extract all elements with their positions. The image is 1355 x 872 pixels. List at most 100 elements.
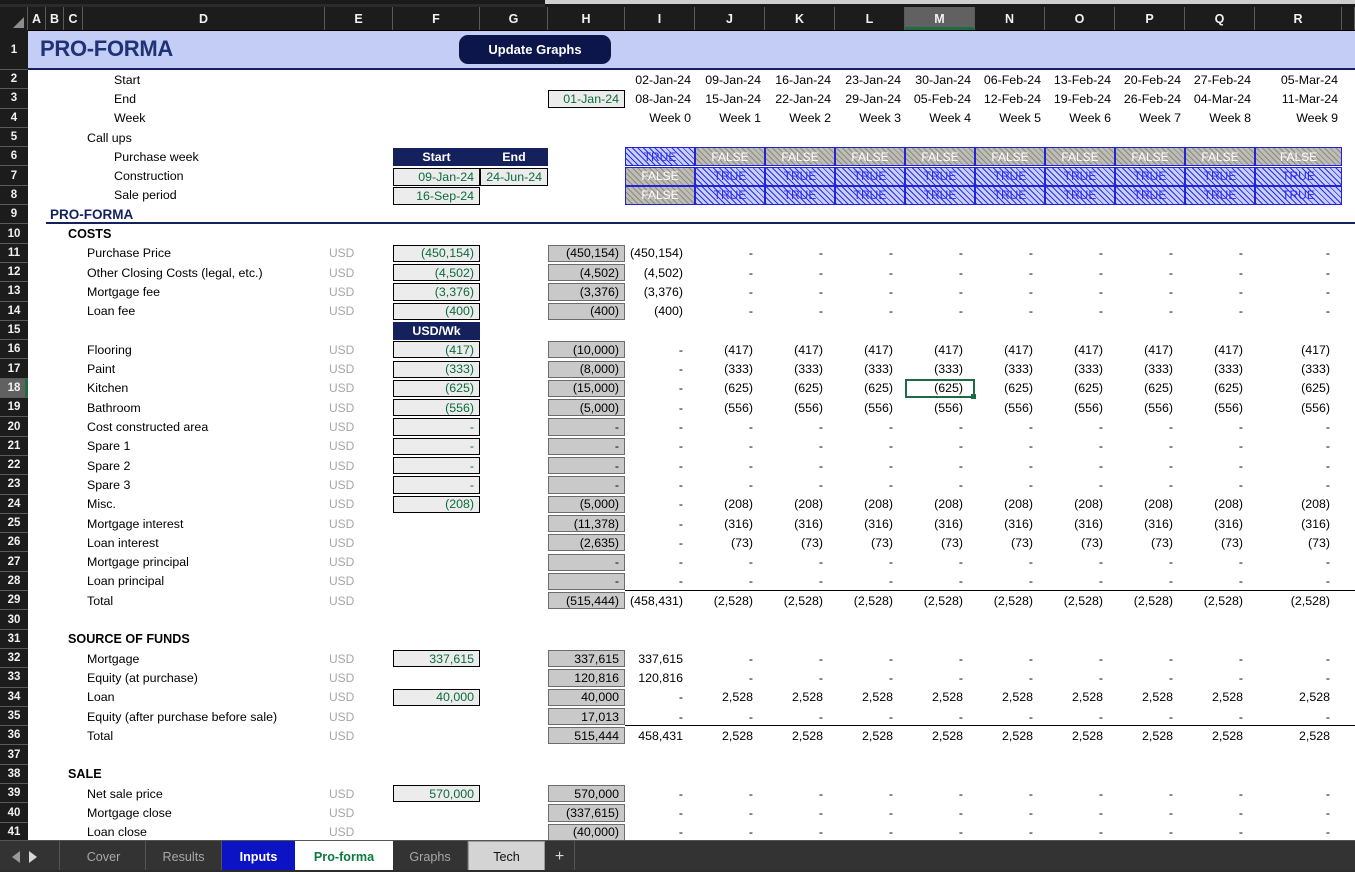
callup-row-construction-flag[interactable]: FALSE: [625, 167, 695, 186]
row-total-cell[interactable]: -: [548, 418, 625, 435]
row-total-cell[interactable]: (11,378): [548, 515, 625, 532]
callup-row-sale-period-flag[interactable]: TRUE: [905, 186, 975, 205]
column-header-s[interactable]: [1342, 7, 1355, 30]
row-input-cell[interactable]: (4,502): [393, 264, 480, 281]
row-header-40[interactable]: 40: [0, 803, 28, 822]
callup-row-sale-period-flag[interactable]: TRUE: [765, 186, 835, 205]
spreadsheet-grid[interactable]: PRO-FORMAUpdate GraphsStartEndWeekCall u…: [28, 30, 1355, 840]
callup-row-sale-period-flag[interactable]: TRUE: [695, 186, 765, 205]
row-header-20[interactable]: 20: [0, 417, 28, 436]
row-header-6[interactable]: 6: [0, 147, 28, 166]
sheet-tab-pro-forma[interactable]: Pro-forma: [295, 841, 393, 872]
row-input-cell[interactable]: (625): [393, 380, 480, 397]
row-total-cell[interactable]: (337,615): [548, 804, 625, 821]
sale-period-start-input[interactable]: 16-Sep-24: [393, 187, 480, 205]
column-header-h[interactable]: H: [548, 7, 625, 30]
row-total-cell[interactable]: 17,013: [548, 708, 625, 725]
column-header-r[interactable]: R: [1255, 7, 1342, 30]
row-header-5[interactable]: 5: [0, 128, 28, 147]
row-header-25[interactable]: 25: [0, 514, 28, 533]
prev-sheet-icon[interactable]: [12, 851, 20, 863]
end-date-input[interactable]: 01-Jan-24: [548, 90, 625, 107]
add-sheet-button[interactable]: +: [545, 841, 575, 872]
row-total-cell[interactable]: 337,615: [548, 650, 625, 667]
row-header-37[interactable]: 37: [0, 746, 28, 765]
callup-row-purchase-week-flag[interactable]: FALSE: [695, 147, 765, 166]
row-total-cell[interactable]: (40,000): [548, 824, 625, 840]
row-header-19[interactable]: 19: [0, 398, 28, 417]
row-header-16[interactable]: 16: [0, 340, 28, 359]
row-input-cell[interactable]: -: [393, 438, 480, 455]
column-header-a[interactable]: A: [28, 7, 46, 30]
row-total-cell[interactable]: (400): [548, 303, 625, 320]
callup-row-construction-flag[interactable]: TRUE: [1115, 167, 1185, 186]
sheet-nav-arrows[interactable]: [6, 841, 60, 872]
row-header-31[interactable]: 31: [0, 630, 28, 649]
callup-row-construction-flag[interactable]: TRUE: [905, 167, 975, 186]
row-total-cell[interactable]: 515,444: [548, 727, 625, 744]
row-total-cell[interactable]: (5,000): [548, 496, 625, 513]
row-total-cell[interactable]: -: [548, 573, 625, 590]
row-header-23[interactable]: 23: [0, 475, 28, 494]
row-header-8[interactable]: 8: [0, 186, 28, 205]
row-header-39[interactable]: 39: [0, 784, 28, 803]
column-header-m[interactable]: M: [905, 7, 975, 30]
row-header-17[interactable]: 17: [0, 360, 28, 379]
column-header-k[interactable]: K: [765, 7, 835, 30]
row-header-4[interactable]: 4: [0, 109, 28, 128]
horizontal-scrollbar-top[interactable]: [0, 0, 1355, 7]
row-total-cell[interactable]: 120,816: [548, 669, 625, 686]
row-header-15[interactable]: 15: [0, 321, 28, 340]
column-header-p[interactable]: P: [1115, 7, 1185, 30]
row-total-cell[interactable]: -: [548, 554, 625, 571]
row-total-cell[interactable]: -: [548, 457, 625, 474]
column-header-i[interactable]: I: [625, 7, 695, 30]
row-input-cell[interactable]: (400): [393, 303, 480, 320]
row-total-cell[interactable]: (450,154): [548, 245, 625, 262]
callup-row-purchase-week-flag[interactable]: FALSE: [835, 147, 905, 166]
row-input-cell[interactable]: (208): [393, 496, 480, 513]
column-header-f[interactable]: F: [393, 7, 480, 30]
column-header-l[interactable]: L: [835, 7, 905, 30]
row-total-cell[interactable]: (2,635): [548, 534, 625, 551]
next-sheet-icon[interactable]: [29, 851, 37, 863]
row-total-cell[interactable]: (15,000): [548, 380, 625, 397]
column-header-c[interactable]: C: [64, 7, 83, 30]
row-total-cell[interactable]: (8,000): [548, 361, 625, 378]
row-header-11[interactable]: 11: [0, 244, 28, 263]
row-header-13[interactable]: 13: [0, 282, 28, 301]
column-header-d[interactable]: D: [83, 7, 325, 30]
callup-row-construction-flag[interactable]: TRUE: [835, 167, 905, 186]
callup-row-sale-period-flag[interactable]: TRUE: [1255, 186, 1342, 205]
select-all-corner[interactable]: [0, 7, 28, 30]
row-header-21[interactable]: 21: [0, 437, 28, 456]
callup-row-purchase-week-flag[interactable]: FALSE: [1185, 147, 1255, 166]
row-header-35[interactable]: 35: [0, 707, 28, 726]
row-input-cell[interactable]: -: [393, 476, 480, 493]
callup-row-purchase-week-flag[interactable]: FALSE: [1045, 147, 1115, 166]
row-header-36[interactable]: 36: [0, 726, 28, 745]
row-header-24[interactable]: 24: [0, 495, 28, 514]
row-total-cell[interactable]: 570,000: [548, 785, 625, 802]
row-input-cell[interactable]: -: [393, 457, 480, 474]
row-header-26[interactable]: 26: [0, 533, 28, 552]
row-header-12[interactable]: 12: [0, 263, 28, 282]
callup-row-construction-flag[interactable]: TRUE: [1045, 167, 1115, 186]
row-header-27[interactable]: 27: [0, 553, 28, 572]
row-input-cell[interactable]: 337,615: [393, 650, 480, 667]
callup-row-sale-period-flag[interactable]: TRUE: [1115, 186, 1185, 205]
row-header-14[interactable]: 14: [0, 302, 28, 321]
row-total-cell[interactable]: (10,000): [548, 341, 625, 358]
construction-start-input[interactable]: 09-Jan-24: [393, 168, 480, 186]
row-header-33[interactable]: 33: [0, 668, 28, 687]
row-header-2[interactable]: 2: [0, 70, 28, 89]
row-header-3[interactable]: 3: [0, 89, 28, 108]
row-header-38[interactable]: 38: [0, 765, 28, 784]
row-total-cell[interactable]: (5,000): [548, 399, 625, 416]
row-input-cell[interactable]: (333): [393, 361, 480, 378]
row-total-cell[interactable]: (3,376): [548, 283, 625, 300]
scrollbar-thumb[interactable]: [545, 0, 1355, 4]
row-header-9[interactable]: 9: [0, 205, 28, 224]
column-header-o[interactable]: O: [1045, 7, 1115, 30]
callup-row-purchase-week-flag[interactable]: FALSE: [1255, 147, 1342, 166]
